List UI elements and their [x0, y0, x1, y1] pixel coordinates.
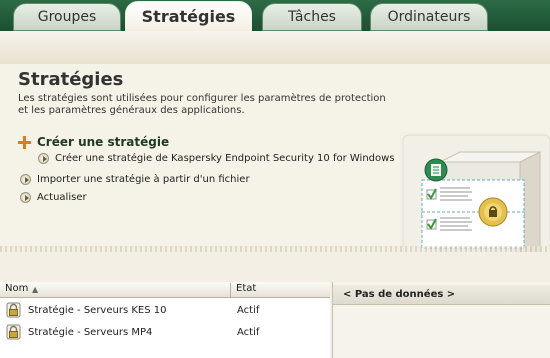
details-panel: < Pas de données > [332, 282, 550, 358]
policy-lock-icon [6, 324, 21, 340]
tab-strategies[interactable]: Stratégies [125, 1, 252, 32]
refresh-label: Actualiser [37, 192, 87, 203]
tab-ordinateurs[interactable]: Ordinateurs [370, 3, 488, 31]
create-strategy-label: Créer une stratégie [37, 135, 170, 149]
arrow-circle-icon [20, 174, 31, 185]
sort-asc-icon: ▲ [32, 285, 39, 294]
row-state: Actif [237, 304, 260, 316]
table-row[interactable]: Stratégie - Serveurs KES 10 Actif [0, 299, 330, 321]
tab-groupes[interactable]: Groupes [13, 3, 121, 31]
arrow-circle-icon [20, 192, 31, 203]
arrow-circle-icon [38, 153, 49, 164]
page-description: Les stratégies sont utilisées pour confi… [18, 93, 386, 116]
create-kes-strategy-label: Créer une stratégie de Kaspersky Endpoin… [55, 153, 395, 164]
column-separator[interactable] [230, 283, 231, 298]
tab-taches[interactable]: Tâches [262, 3, 362, 31]
column-header-nom[interactable]: Nom [5, 283, 28, 294]
strategies-table: Nom ▲ Etat Stratégie - Serveurs KES 10 A… [0, 282, 330, 358]
lower-spacer [0, 252, 550, 282]
import-strategy-link[interactable]: Importer une stratégie à partir d'un fic… [20, 174, 250, 185]
table-header: Nom ▲ Etat [0, 282, 330, 298]
plus-icon [18, 135, 31, 149]
row-name: Stratégie - Serveurs MP4 [28, 326, 153, 338]
table-row[interactable]: Stratégie - Serveurs MP4 Actif [0, 321, 330, 343]
import-strategy-label: Importer une stratégie à partir d'un fic… [37, 174, 250, 185]
strategies-panel: Stratégies Les stratégies sont utilisées… [0, 64, 550, 307]
tab-bar: Groupes Stratégies Tâches Ordinateurs [0, 0, 550, 32]
details-header: < Pas de données > [333, 285, 550, 305]
create-kes-strategy-link[interactable]: Créer une stratégie de Kaspersky Endpoin… [38, 153, 395, 164]
refresh-link[interactable]: Actualiser [20, 192, 87, 203]
row-state: Actif [237, 326, 260, 338]
create-strategy-link[interactable]: Créer une stratégie [18, 135, 169, 149]
page-title: Stratégies [18, 69, 124, 90]
policy-lock-icon [6, 302, 21, 318]
column-header-etat[interactable]: Etat [236, 283, 256, 294]
header-ribbon [0, 31, 550, 65]
row-name: Stratégie - Serveurs KES 10 [28, 304, 167, 316]
